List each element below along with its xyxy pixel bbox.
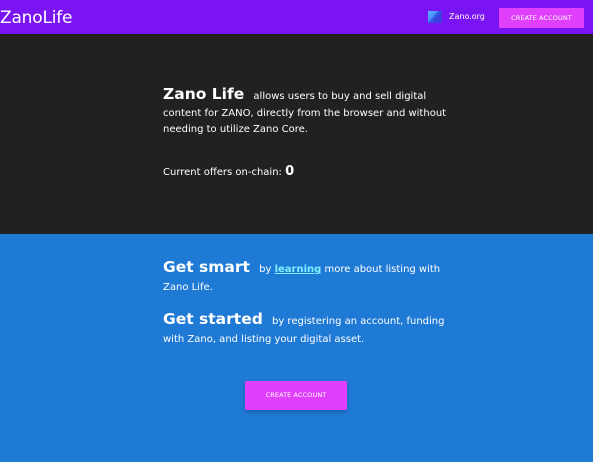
offers-count: 0 [285,164,295,179]
hero-section: Zano Life allows users to buy and sell d… [0,34,593,234]
zano-logo-icon [428,11,442,23]
brand-logo[interactable]: ZanoLife [0,8,72,28]
get-smart-prefix: by [259,264,272,275]
offers-label: Current offers on-chain: [163,167,282,178]
hero-title: Zano Life [163,85,245,103]
top-navbar: ZanoLife Zano.org CREATE ACCOUNT [0,0,593,34]
create-account-button[interactable]: CREATE ACCOUNT [245,381,347,410]
zano-org-label: Zano.org [449,12,485,21]
get-smart-heading: Get smart [163,258,250,276]
get-smart-paragraph: Get smart by learning more about listing… [163,258,453,297]
learning-link[interactable]: learning [275,264,322,275]
get-started-heading: Get started [163,310,263,328]
offers-counter: Current offers on-chain: 0 [163,164,294,181]
zano-org-link[interactable]: Zano.org [427,9,485,25]
create-account-button-header[interactable]: CREATE ACCOUNT [499,8,584,28]
info-section: Get smart by learning more about listing… [0,234,593,462]
hero-intro: Zano Life allows users to buy and sell d… [163,86,453,139]
get-started-paragraph: Get started by registering an account, f… [163,310,453,349]
